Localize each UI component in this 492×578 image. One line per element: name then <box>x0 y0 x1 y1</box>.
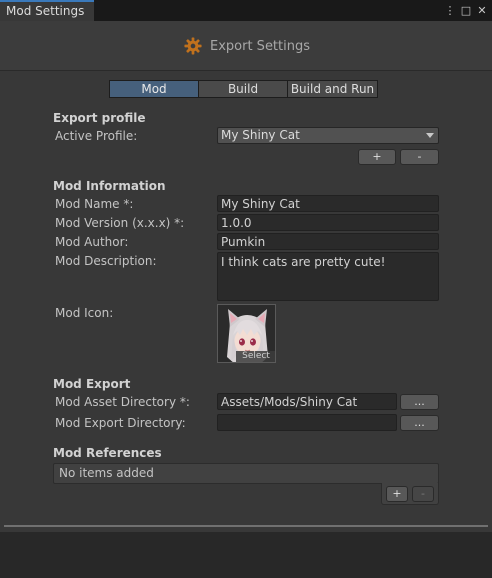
active-profile-dropdown[interactable]: My Shiny Cat <box>217 127 439 144</box>
horizontal-scrollbar[interactable] <box>4 525 488 527</box>
gear-icon <box>184 37 202 55</box>
add-profile-button[interactable]: + <box>358 149 396 165</box>
window-tab-bar: Mod Settings ⋮ □ ✕ <box>0 0 492 21</box>
close-icon[interactable]: ✕ <box>476 3 488 18</box>
export-profile-heading: Export profile <box>53 111 146 125</box>
chevron-down-icon <box>426 133 434 138</box>
icon-select-button[interactable]: Select <box>236 351 275 362</box>
mod-name-input[interactable]: My Shiny Cat <box>217 195 439 212</box>
window-controls: ⋮ □ ✕ <box>444 3 488 18</box>
mod-export-directory-input[interactable] <box>217 414 397 431</box>
browse-asset-directory-button[interactable]: ... <box>400 394 439 410</box>
mod-version-label: Mod Version (x.x.x) *: <box>55 216 185 230</box>
mod-asset-directory-input[interactable]: Assets/Mods/Shiny Cat <box>217 393 397 410</box>
remove-profile-button[interactable]: - <box>400 149 439 165</box>
bottom-area <box>0 532 492 578</box>
add-reference-button[interactable]: + <box>386 486 408 502</box>
mod-export-heading: Mod Export <box>53 377 131 391</box>
mod-information-heading: Mod Information <box>53 179 166 193</box>
tab-build[interactable]: Build <box>198 80 288 98</box>
empty-list-text: No items added <box>59 466 154 480</box>
remove-reference-button[interactable]: - <box>412 486 434 502</box>
mod-author-input[interactable]: Pumkin <box>217 233 439 250</box>
window-tab-mod-settings[interactable]: Mod Settings <box>0 0 94 21</box>
page-title: Export Settings <box>210 38 311 54</box>
maximize-icon[interactable]: □ <box>460 3 472 18</box>
active-profile-value: My Shiny Cat <box>221 128 300 142</box>
tab-build-and-run[interactable]: Build and Run <box>287 80 378 98</box>
mod-asset-directory-label: Mod Asset Directory *: <box>55 395 190 409</box>
mod-export-directory-label: Mod Export Directory: <box>55 416 186 430</box>
mod-icon-label: Mod Icon: <box>55 306 114 320</box>
mod-icon-picker[interactable]: Select <box>217 304 276 363</box>
mod-name-label: Mod Name *: <box>55 197 134 211</box>
tab-mod[interactable]: Mod <box>109 80 199 98</box>
mod-references-list: No items added <box>53 463 439 484</box>
mod-author-label: Mod Author: <box>55 235 129 249</box>
mod-version-input[interactable]: 1.0.0 <box>217 214 439 231</box>
active-profile-label: Active Profile: <box>55 129 138 143</box>
mod-description-label: Mod Description: <box>55 254 157 268</box>
mod-references-heading: Mod References <box>53 446 162 460</box>
menu-icon[interactable]: ⋮ <box>444 3 456 18</box>
export-settings-header: Export Settings <box>0 21 492 71</box>
browse-export-directory-button[interactable]: ... <box>400 415 439 431</box>
mod-description-textarea[interactable]: I think cats are pretty cute! <box>217 252 439 301</box>
